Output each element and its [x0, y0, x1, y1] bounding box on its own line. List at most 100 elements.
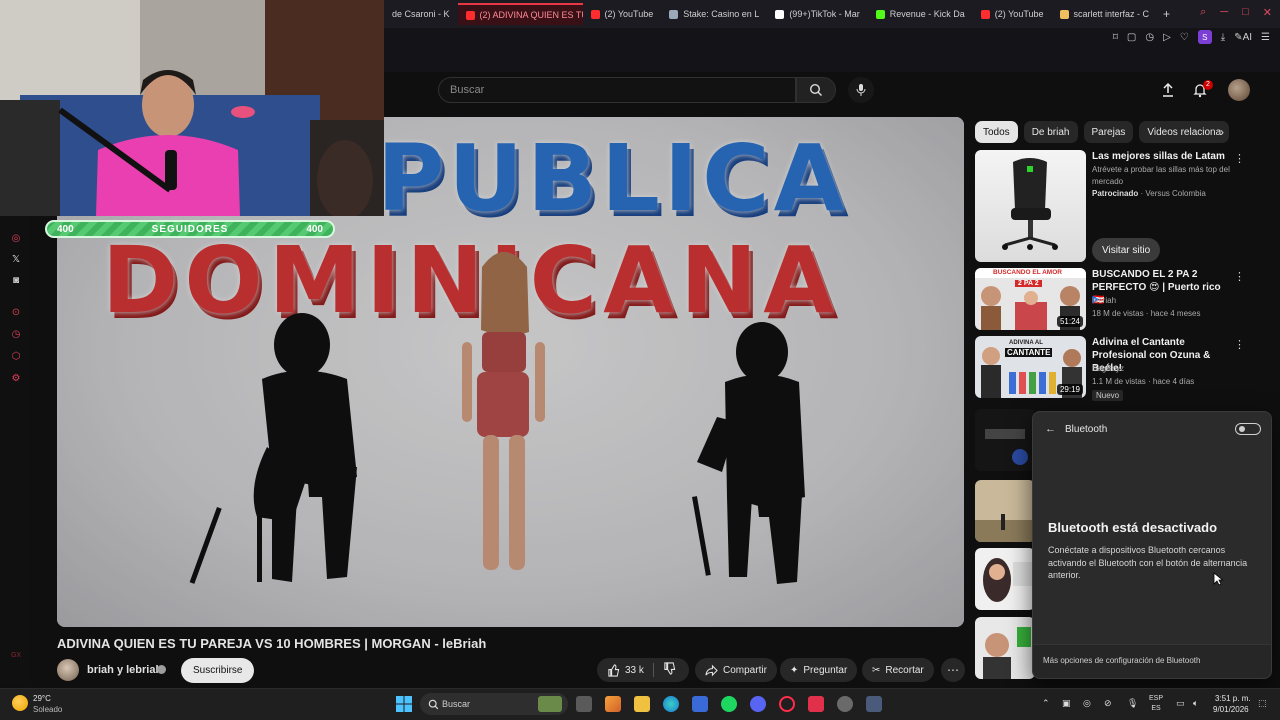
history-icon[interactable]: ◷: [1145, 32, 1154, 43]
screenshot-icon[interactable]: ▢: [1127, 32, 1136, 43]
chip-couples[interactable]: Parejas: [1083, 121, 1134, 143]
ad-menu-icon[interactable]: ⋮: [1234, 152, 1245, 165]
visit-site-button[interactable]: Visitar sitio: [1092, 238, 1161, 262]
discord-icon[interactable]: [750, 696, 766, 712]
dislike-button[interactable]: [663, 662, 676, 678]
app-icon[interactable]: [605, 696, 621, 712]
clock-icon[interactable]: ◷: [10, 328, 22, 340]
start-button[interactable]: [396, 696, 412, 717]
chevron-up-icon[interactable]: ⌃: [1042, 698, 1050, 709]
browser-tab[interactable]: Revenue - Kick Da: [868, 3, 973, 25]
notification-center-icon[interactable]: ⬚: [1258, 698, 1267, 709]
spotify-icon[interactable]: [721, 696, 737, 712]
subscribe-button[interactable]: Suscribirse: [181, 658, 255, 683]
voice-search-button[interactable]: [848, 77, 874, 103]
back-arrow-icon[interactable]: ←: [1045, 423, 1056, 435]
followers-goal: 400: [306, 223, 323, 235]
search-icon[interactable]: ⌕: [1200, 6, 1206, 19]
channel-avatar[interactable]: [57, 659, 79, 681]
x-icon[interactable]: 𝕏: [10, 253, 22, 265]
discord-icon[interactable]: ◙: [10, 274, 22, 286]
language-indicator[interactable]: ESP ES: [1149, 694, 1163, 714]
settings-icon[interactable]: ⚙: [10, 372, 22, 384]
weather-temperature[interactable]: 29°C: [33, 694, 51, 703]
browser-tab[interactable]: scarlett interfaz - C: [1052, 3, 1158, 25]
upload-button[interactable]: [1160, 82, 1176, 103]
edge-icon[interactable]: [663, 696, 679, 712]
advertiser-name: Versus Colombia: [1145, 189, 1206, 198]
windows-icon: [396, 696, 412, 712]
tray-app-icon[interactable]: ▣: [1062, 698, 1071, 709]
bookmark-icon[interactable]: ⌑: [1113, 32, 1118, 43]
browser-tab[interactable]: Stake: Casino en L: [661, 3, 767, 25]
store-icon[interactable]: [692, 696, 708, 712]
chip-all[interactable]: Todos: [975, 121, 1018, 143]
video-title: ADIVINA QUIEN ES TU PAREJA VS 10 HOMBRES…: [57, 636, 487, 651]
window-controls: ⌕ ─ □ ✕: [1200, 6, 1272, 19]
browser-tab[interactable]: (99+)TikTok - Mar: [767, 3, 867, 25]
file-explorer-icon[interactable]: [634, 696, 650, 712]
play-icon[interactable]: ▷: [1163, 32, 1171, 43]
browser-tab[interactable]: (2) ADIVINA QUIEN ES TU: [457, 3, 583, 25]
recommendation-item[interactable]: ADIVINA AL CANTANTE 29:19 Adivina el Can…: [975, 336, 1260, 401]
music-icon[interactable]: ⊙: [10, 306, 22, 318]
share-button[interactable]: Compartir: [695, 658, 777, 682]
new-tab-button[interactable]: +: [1163, 7, 1170, 21]
instagram-icon[interactable]: ◎: [10, 232, 22, 244]
browser-tab[interactable]: de Csaroni - K: [384, 3, 458, 25]
clock-time[interactable]: 3:51 p. m.: [1215, 694, 1251, 703]
bluetooth-title: Bluetooth: [1065, 424, 1108, 435]
ai-button[interactable]: ✎AI: [1234, 32, 1252, 43]
bluetooth-more-settings-link[interactable]: Más opciones de configuración de Bluetoo…: [1043, 656, 1200, 665]
chip-related[interactable]: Videos relaciona: [1139, 121, 1230, 143]
recommendation-thumbnail[interactable]: [975, 548, 1035, 610]
ad-title[interactable]: Las mejores sillas de Latam: [1092, 151, 1225, 162]
volume-icon[interactable]: 🔈︎: [1193, 698, 1198, 709]
tray-app-icon[interactable]: ◎: [1083, 698, 1091, 709]
search-button[interactable]: [796, 77, 836, 103]
profile-badge[interactable]: S: [1197, 30, 1212, 44]
like-button[interactable]: 33 k: [607, 663, 644, 677]
heart-icon[interactable]: ♡: [1180, 32, 1189, 43]
search-input[interactable]: Buscar: [438, 77, 796, 103]
tray-app-icon[interactable]: ⊘: [1104, 698, 1112, 709]
recommendation-thumbnail[interactable]: [975, 409, 1035, 471]
tab-favicon-icon: [1059, 9, 1069, 19]
thumbnail-text: BUSCANDO EL AMOR: [993, 269, 1062, 276]
clock-date[interactable]: 9/01/2026: [1213, 705, 1249, 714]
chevron-right-icon[interactable]: ›: [1220, 125, 1224, 139]
bluetooth-toggle[interactable]: [1235, 423, 1261, 435]
settings-icon[interactable]: [866, 696, 882, 712]
opera-gx-icon[interactable]: [779, 696, 795, 712]
ad-thumbnail[interactable]: [975, 150, 1086, 262]
ask-button[interactable]: ✦ Preguntar: [780, 658, 858, 682]
chip-from-channel[interactable]: De briah: [1023, 121, 1078, 143]
more-actions-button[interactable]: ⋯: [941, 658, 965, 682]
recommendation-thumbnail[interactable]: [975, 480, 1035, 542]
webcam-overlay: [0, 0, 384, 216]
network-icon[interactable]: ▭: [1176, 698, 1185, 709]
maximize-icon[interactable]: □: [1242, 6, 1249, 19]
minimize-icon[interactable]: ─: [1220, 6, 1228, 19]
recommendation-menu-icon[interactable]: ⋮: [1234, 338, 1245, 351]
gx-icon[interactable]: GX: [10, 649, 22, 661]
download-icon[interactable]: ⤓: [1221, 32, 1225, 43]
user-avatar[interactable]: [1228, 79, 1250, 101]
recommendation-item[interactable]: BUSCANDO EL AMOR 2 PA 2 51:24 BUSCANDO E…: [975, 268, 1260, 330]
recommendation-menu-icon[interactable]: ⋮: [1234, 270, 1245, 283]
package-icon[interactable]: ⬡: [10, 350, 22, 362]
obs-icon[interactable]: [837, 696, 853, 712]
task-view-icon[interactable]: [576, 696, 592, 712]
menu-icon[interactable]: ☰: [1261, 32, 1270, 43]
recommendation-meta: 18 M de vistas · hace 4 meses: [1092, 309, 1201, 318]
browser-tab[interactable]: (2) YouTube: [583, 3, 662, 25]
clip-button[interactable]: ✂ Recortar: [862, 658, 934, 682]
app-icon[interactable]: [808, 696, 824, 712]
weather-description[interactable]: Soleado: [33, 705, 62, 714]
browser-tab[interactable]: (2) YouTube: [973, 3, 1052, 25]
microphone-icon[interactable]: 🎙︎: [1127, 698, 1138, 709]
recommendation-thumbnail[interactable]: [975, 617, 1035, 679]
close-icon[interactable]: ✕: [1263, 6, 1272, 19]
weather-sun-icon[interactable]: [12, 695, 28, 711]
channel-name[interactable]: briah y lebriah: [87, 664, 162, 676]
